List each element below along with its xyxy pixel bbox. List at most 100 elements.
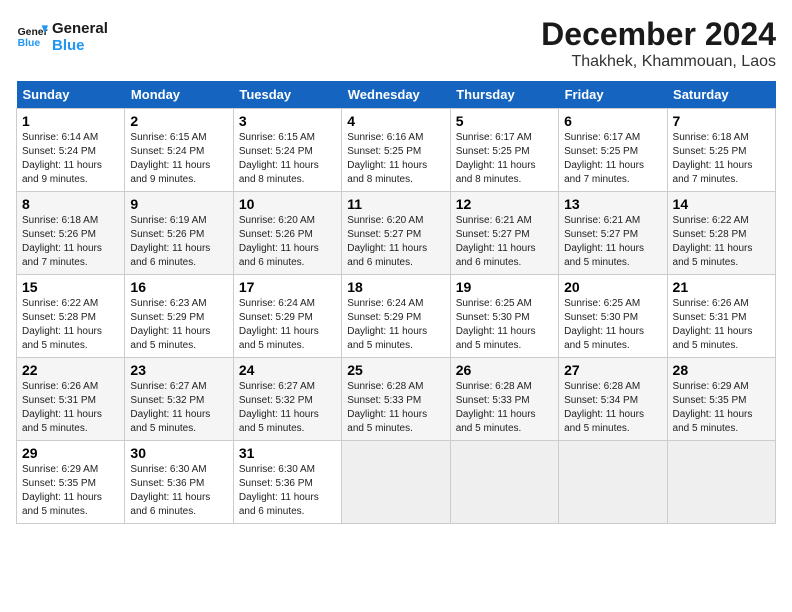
logo-line1: General <box>52 20 108 37</box>
calendar-cell: 5 Sunrise: 6:17 AMSunset: 5:25 PMDaylight… <box>450 109 558 192</box>
day-number: 31 <box>239 445 336 461</box>
day-info: Sunrise: 6:21 AMSunset: 5:27 PMDaylight:… <box>564 214 661 270</box>
calendar-cell <box>342 441 450 524</box>
day-number: 18 <box>347 279 444 295</box>
week-row-3: 22 Sunrise: 6:26 AMSunset: 5:31 PMDayligh… <box>17 358 776 441</box>
title-area: December 2024 Thakhek, Khammouan, Laos <box>541 16 776 71</box>
calendar-cell: 19Sunrise: 6:25 AMSunset: 5:30 PMDayligh… <box>450 275 558 358</box>
day-number: 20 <box>564 279 661 295</box>
day-info: Sunrise: 6:22 AMSunset: 5:28 PMDaylight:… <box>673 214 770 270</box>
day-info: Sunrise: 6:20 AMSunset: 5:27 PMDaylight:… <box>347 214 444 270</box>
calendar-cell: 15Sunrise: 6:22 AMSunset: 5:28 PMDayligh… <box>17 275 125 358</box>
calendar-cell: 25 Sunrise: 6:28 AMSunset: 5:33 PMDayligh… <box>342 358 450 441</box>
header-day-thursday: Thursday <box>450 81 558 109</box>
calendar-cell: 21 Sunrise: 6:26 AMSunset: 5:31 PMDayligh… <box>667 275 775 358</box>
day-number: 26 <box>456 362 553 378</box>
day-number: 30 <box>130 445 227 461</box>
day-info: Sunrise: 6:30 AMSunset: 5:36 PMDaylight:… <box>239 463 336 519</box>
day-number: 13 <box>564 196 661 212</box>
calendar-table: SundayMondayTuesdayWednesdayThursdayFrid… <box>16 81 776 524</box>
day-number: 12 <box>456 196 553 212</box>
day-number: 23 <box>130 362 227 378</box>
day-number: 17 <box>239 279 336 295</box>
day-number: 4 <box>347 113 444 129</box>
calendar-cell: 4 Sunrise: 6:16 AMSunset: 5:25 PMDaylight… <box>342 109 450 192</box>
calendar-cell: 2 Sunrise: 6:15 AMSunset: 5:24 PMDaylight… <box>125 109 233 192</box>
logo: General Blue General Blue <box>16 16 108 54</box>
header-day-tuesday: Tuesday <box>233 81 341 109</box>
day-number: 2 <box>130 113 227 129</box>
day-info: Sunrise: 6:29 AMSunset: 5:35 PMDaylight:… <box>22 463 119 519</box>
day-number: 1 <box>22 113 119 129</box>
calendar-cell: 9 Sunrise: 6:19 AMSunset: 5:26 PMDaylight… <box>125 192 233 275</box>
logo-line2: Blue <box>52 37 108 54</box>
header-row: SundayMondayTuesdayWednesdayThursdayFrid… <box>17 81 776 109</box>
header-day-friday: Friday <box>559 81 667 109</box>
day-number: 11 <box>347 196 444 212</box>
header-day-wednesday: Wednesday <box>342 81 450 109</box>
day-number: 15 <box>22 279 119 295</box>
calendar-cell: 24Sunrise: 6:27 AMSunset: 5:32 PMDayligh… <box>233 358 341 441</box>
calendar-cell: 17 Sunrise: 6:24 AMSunset: 5:29 PMDayligh… <box>233 275 341 358</box>
day-info: Sunrise: 6:24 AMSunset: 5:29 PMDaylight:… <box>239 297 336 353</box>
day-number: 28 <box>673 362 770 378</box>
day-info: Sunrise: 6:27 AMSunset: 5:32 PMDaylight:… <box>130 380 227 436</box>
day-number: 7 <box>673 113 770 129</box>
day-number: 25 <box>347 362 444 378</box>
day-info: Sunrise: 6:15 AMSunset: 5:24 PMDaylight:… <box>130 131 227 187</box>
calendar-cell: 12Sunrise: 6:21 AMSunset: 5:27 PMDayligh… <box>450 192 558 275</box>
header-day-monday: Monday <box>125 81 233 109</box>
day-info: Sunrise: 6:28 AMSunset: 5:34 PMDaylight:… <box>564 380 661 436</box>
day-number: 16 <box>130 279 227 295</box>
calendar-cell: 8 Sunrise: 6:18 AMSunset: 5:26 PMDaylight… <box>17 192 125 275</box>
day-info: Sunrise: 6:28 AMSunset: 5:33 PMDaylight:… <box>456 380 553 436</box>
calendar-cell: 1 Sunrise: 6:14 AMSunset: 5:24 PMDaylight… <box>17 109 125 192</box>
calendar-cell: 18 Sunrise: 6:24 AMSunset: 5:29 PMDayligh… <box>342 275 450 358</box>
day-number: 22 <box>22 362 119 378</box>
day-info: Sunrise: 6:26 AMSunset: 5:31 PMDaylight:… <box>673 297 770 353</box>
day-info: Sunrise: 6:17 AMSunset: 5:25 PMDaylight:… <box>456 131 553 187</box>
day-number: 3 <box>239 113 336 129</box>
logo-icon: General Blue <box>16 19 48 51</box>
calendar-cell <box>667 441 775 524</box>
calendar-cell: 28 Sunrise: 6:29 AMSunset: 5:35 PMDayligh… <box>667 358 775 441</box>
day-number: 5 <box>456 113 553 129</box>
calendar-cell: 20 Sunrise: 6:25 AMSunset: 5:30 PMDayligh… <box>559 275 667 358</box>
calendar-cell: 31 Sunrise: 6:30 AMSunset: 5:36 PMDayligh… <box>233 441 341 524</box>
calendar-cell: 16Sunrise: 6:23 AMSunset: 5:29 PMDayligh… <box>125 275 233 358</box>
day-info: Sunrise: 6:26 AMSunset: 5:31 PMDaylight:… <box>22 380 119 436</box>
calendar-cell: 11 Sunrise: 6:20 AMSunset: 5:27 PMDayligh… <box>342 192 450 275</box>
calendar-cell: 10Sunrise: 6:20 AMSunset: 5:26 PMDayligh… <box>233 192 341 275</box>
day-info: Sunrise: 6:28 AMSunset: 5:33 PMDaylight:… <box>347 380 444 436</box>
week-row-4: 29 Sunrise: 6:29 AMSunset: 5:35 PMDayligh… <box>17 441 776 524</box>
calendar-cell: 26 Sunrise: 6:28 AMSunset: 5:33 PMDayligh… <box>450 358 558 441</box>
day-info: Sunrise: 6:16 AMSunset: 5:25 PMDaylight:… <box>347 131 444 187</box>
calendar-cell: 23 Sunrise: 6:27 AMSunset: 5:32 PMDayligh… <box>125 358 233 441</box>
header-day-saturday: Saturday <box>667 81 775 109</box>
calendar-cell: 30 Sunrise: 6:30 AMSunset: 5:36 PMDayligh… <box>125 441 233 524</box>
day-info: Sunrise: 6:18 AMSunset: 5:26 PMDaylight:… <box>22 214 119 270</box>
calendar-cell <box>559 441 667 524</box>
day-number: 27 <box>564 362 661 378</box>
day-info: Sunrise: 6:25 AMSunset: 5:30 PMDaylight:… <box>564 297 661 353</box>
day-info: Sunrise: 6:24 AMSunset: 5:29 PMDaylight:… <box>347 297 444 353</box>
week-row-2: 15Sunrise: 6:22 AMSunset: 5:28 PMDayligh… <box>17 275 776 358</box>
header-day-sunday: Sunday <box>17 81 125 109</box>
day-number: 21 <box>673 279 770 295</box>
day-number: 29 <box>22 445 119 461</box>
day-number: 9 <box>130 196 227 212</box>
week-row-1: 8 Sunrise: 6:18 AMSunset: 5:26 PMDaylight… <box>17 192 776 275</box>
day-info: Sunrise: 6:29 AMSunset: 5:35 PMDaylight:… <box>673 380 770 436</box>
month-title: December 2024 <box>541 16 776 53</box>
svg-text:Blue: Blue <box>18 38 41 49</box>
day-info: Sunrise: 6:14 AMSunset: 5:24 PMDaylight:… <box>22 131 119 187</box>
day-number: 8 <box>22 196 119 212</box>
day-info: Sunrise: 6:19 AMSunset: 5:26 PMDaylight:… <box>130 214 227 270</box>
week-row-0: 1 Sunrise: 6:14 AMSunset: 5:24 PMDaylight… <box>17 109 776 192</box>
header: General Blue General Blue December 2024 … <box>16 16 776 71</box>
calendar-cell: 29 Sunrise: 6:29 AMSunset: 5:35 PMDayligh… <box>17 441 125 524</box>
day-info: Sunrise: 6:30 AMSunset: 5:36 PMDaylight:… <box>130 463 227 519</box>
calendar-cell: 6Sunrise: 6:17 AMSunset: 5:25 PMDaylight… <box>559 109 667 192</box>
day-info: Sunrise: 6:18 AMSunset: 5:25 PMDaylight:… <box>673 131 770 187</box>
calendar-cell: 7 Sunrise: 6:18 AMSunset: 5:25 PMDaylight… <box>667 109 775 192</box>
